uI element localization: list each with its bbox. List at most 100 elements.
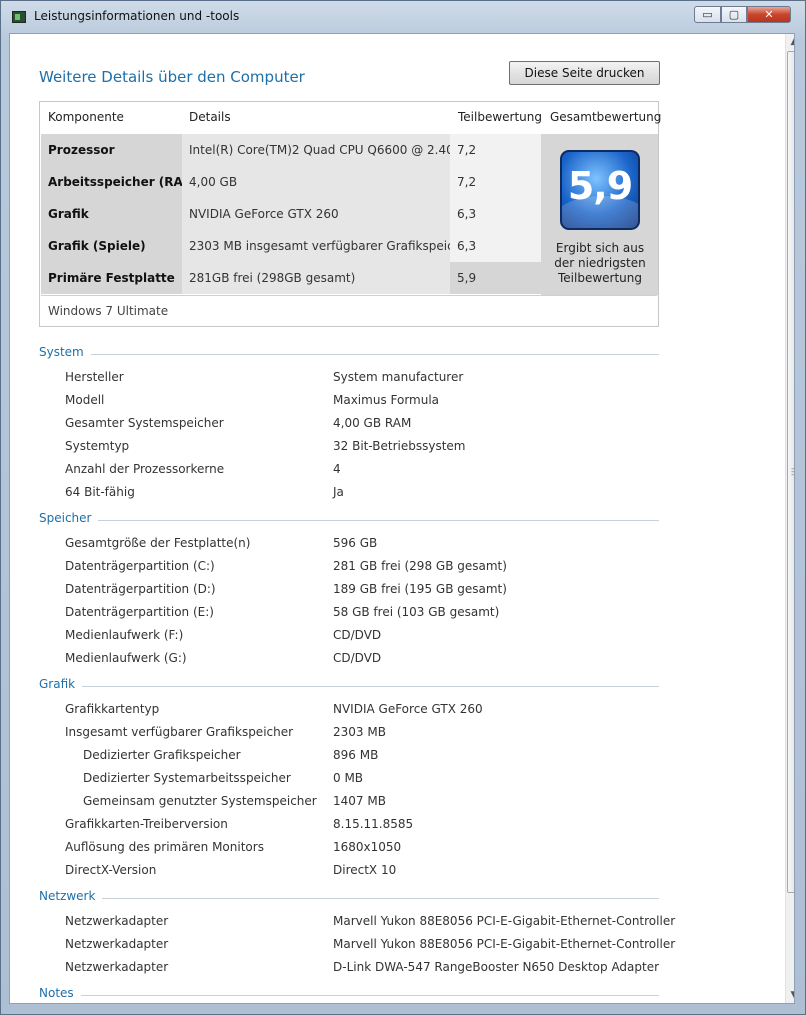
score-row-details: 281GB frei (298GB gesamt): [182, 262, 450, 294]
score-row-subscore: 7,2: [450, 134, 541, 166]
info-value: 8.15.11.8585: [333, 817, 414, 831]
info-label: Grafikkartentyp: [65, 702, 160, 716]
info-label: Grafikkarten-Treiberversion: [65, 817, 228, 831]
os-edition: Windows 7 Ultimate: [41, 295, 657, 326]
info-label: Gesamtgröße der Festplatte(n): [65, 536, 251, 550]
info-value: Ja: [333, 485, 344, 499]
info-label: Datenträgerpartition (E:): [65, 605, 214, 619]
info-value: 0 MB: [333, 771, 364, 785]
info-value: 58 GB frei (103 GB gesamt): [333, 605, 500, 619]
content-area: Weitere Details über den Computer Diese …: [9, 33, 795, 1004]
maximize-button[interactable]: ▢: [721, 6, 747, 23]
score-row: Grafik NVIDIA GeForce GTX 260 6,3: [41, 198, 541, 230]
score-row-component: Prozessor: [41, 134, 182, 166]
info-label: Systemtyp: [65, 439, 130, 453]
section-divider: [102, 898, 659, 899]
score-row-subscore: 6,3: [450, 230, 541, 262]
score-row-component: Arbeitsspeicher (RAM): [41, 166, 200, 198]
score-badge-icon: 5,9: [560, 150, 640, 230]
info-label: Datenträgerpartition (D:): [65, 582, 216, 596]
section-heading: System: [39, 345, 84, 359]
info-label: Netzwerkadapter: [65, 960, 169, 974]
print-page-button[interactable]: Diese Seite drucken: [509, 61, 660, 85]
score-row: Grafik (Spiele) 2303 MB insgesamt verfügb…: [41, 230, 541, 262]
info-label: Anzahl der Prozessorkerne: [65, 462, 225, 476]
info-value: 32 Bit-Betriebssystem: [333, 439, 466, 453]
info-label: Hersteller: [65, 370, 124, 384]
info-value: NVIDIA GeForce GTX 260: [333, 702, 483, 716]
header-details: Details: [189, 110, 231, 124]
section-divider: [98, 520, 659, 521]
info-value: 281 GB frei (298 GB gesamt): [333, 559, 507, 573]
info-label: Netzwerkadapter: [65, 937, 169, 951]
score-row-component: Grafik: [41, 198, 182, 230]
score-row: Primäre Festplatte 281GB frei (298GB gesa…: [41, 262, 541, 294]
performance-app-icon: [12, 11, 26, 23]
info-value: CD/DVD: [333, 651, 382, 665]
header-component: Komponente: [48, 110, 124, 124]
info-label: Medienlaufwerk (G:): [65, 651, 187, 665]
info-label: Modell: [65, 393, 105, 407]
close-button[interactable]: ✕: [747, 6, 791, 23]
score-row-component: Primäre Festplatte: [41, 262, 182, 294]
section-divider: [82, 686, 659, 687]
vertical-scrollbar[interactable]: ▲ ––– ▼: [785, 34, 794, 1003]
info-value: 596 GB: [333, 536, 378, 550]
info-value: D-Link DWA-547 RangeBooster N650 Desktop…: [333, 960, 660, 974]
info-value: Maximus Formula: [333, 393, 440, 407]
info-value: 1407 MB: [333, 794, 386, 808]
info-value: CD/DVD: [333, 628, 382, 642]
info-label: DirectX-Version: [65, 863, 157, 877]
overall-note: Ergibt sich aus der niedrigsten Teilbewe…: [554, 241, 646, 285]
info-label: 64 Bit-fähig: [65, 485, 135, 499]
section-divider: [90, 354, 659, 355]
window-frame: Leistungsinformationen und -tools ▭ ▢ ✕ …: [0, 0, 806, 1015]
info-label: Dedizierter Grafikspeicher: [83, 748, 241, 762]
section-heading: Netzwerk: [39, 889, 96, 903]
info-label: Datenträgerpartition (C:): [65, 559, 215, 573]
score-row-subscore: 5,9: [450, 262, 541, 294]
score-table: Komponente Details Teilbewertung Gesamtb…: [39, 101, 662, 327]
info-label: Gesamter Systemspeicher: [65, 416, 224, 430]
info-value: 1680x1050: [333, 840, 402, 854]
header-overall: Gesamtbewertung: [550, 110, 662, 124]
info-value: DirectX 10: [333, 863, 397, 877]
score-row-details: 4,00 GB: [182, 166, 450, 198]
info-label: Netzwerkadapter: [65, 914, 169, 928]
info-value: 2303 MB: [333, 725, 386, 739]
info-label: Auflösung des primären Monitors: [65, 840, 264, 854]
overall-score: 5,9: [567, 164, 633, 208]
score-row-subscore: 7,2: [450, 166, 541, 198]
info-value: Marvell Yukon 88E8056 PCI-E-Gigabit-Ethe…: [333, 914, 676, 928]
score-row-subscore: 6,3: [450, 198, 541, 230]
header-subscore: Teilbewertung: [458, 110, 543, 124]
info-value: Marvell Yukon 88E8056 PCI-E-Gigabit-Ethe…: [333, 937, 676, 951]
score-row: Prozessor Intel(R) Core(TM)2 Quad CPU Q66…: [41, 134, 541, 166]
scrollbar-thumb[interactable]: –––: [787, 51, 794, 893]
grip-icon: –––: [791, 465, 794, 480]
score-row-details: Intel(R) Core(TM)2 Quad CPU Q6600 @ 2.40…: [182, 134, 478, 166]
info-label: Insgesamt verfügbarer Grafikspeicher: [65, 725, 294, 739]
info-value: System manufacturer: [333, 370, 464, 384]
info-value: 189 GB frei (195 GB gesamt): [333, 582, 507, 596]
scroll-up-arrow-icon[interactable]: ▲: [786, 34, 794, 50]
section-heading: Notes: [39, 986, 74, 1000]
title-bar[interactable]: Leistungsinformationen und -tools ▭ ▢ ✕: [1, 1, 806, 33]
score-row-details: NVIDIA GeForce GTX 260: [182, 198, 450, 230]
info-label: Dedizierter Systemarbeitsspeicher: [83, 771, 291, 785]
section-heading: Speicher: [39, 511, 92, 525]
score-row: Arbeitsspeicher (RAM) 4,00 GB 7,2: [41, 166, 541, 198]
window-title: Leistungsinformationen und -tools: [34, 9, 240, 23]
info-label: Medienlaufwerk (F:): [65, 628, 184, 642]
info-value: 4: [333, 462, 341, 476]
overall-score-panel: 5,9 Ergibt sich aus der niedrigsten Teil…: [541, 134, 658, 295]
scroll-down-arrow-icon[interactable]: ▼: [786, 987, 794, 1003]
score-row-component: Grafik (Spiele): [41, 230, 182, 262]
page-title: Weitere Details über den Computer: [39, 68, 305, 86]
info-label: Gemeinsam genutzter Systemspeicher: [83, 794, 317, 808]
section-divider: [80, 995, 659, 996]
info-value: 896 MB: [333, 748, 379, 762]
info-value: 4,00 GB RAM: [333, 416, 412, 430]
score-row-details: 2303 MB insgesamt verfügbarer Grafikspei…: [182, 230, 474, 262]
minimize-button[interactable]: ▭: [694, 6, 721, 23]
